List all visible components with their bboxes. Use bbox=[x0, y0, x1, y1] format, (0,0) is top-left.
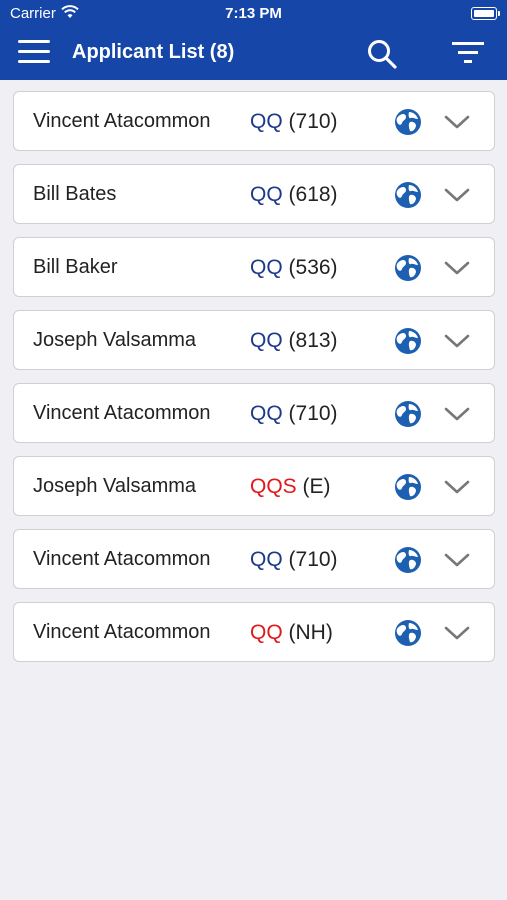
chevron-down-icon[interactable] bbox=[444, 332, 470, 350]
score-tag: QQ bbox=[250, 110, 283, 133]
applicant-card[interactable]: Joseph Valsamma QQ (813) bbox=[13, 310, 495, 370]
applicant-score: QQ (710) bbox=[250, 548, 338, 572]
score-value: (536) bbox=[288, 256, 338, 279]
score-tag: QQ bbox=[250, 256, 283, 279]
chevron-down-icon[interactable] bbox=[444, 624, 470, 642]
score-tag: QQ bbox=[250, 402, 283, 425]
chevron-down-icon[interactable] bbox=[444, 478, 470, 496]
app-header: Carrier 7:13 PM Applicant List (8) bbox=[0, 0, 507, 80]
applicant-name: Vincent Atacommon bbox=[33, 621, 211, 643]
applicant-score: QQ (618) bbox=[250, 183, 338, 207]
score-value: (E) bbox=[302, 475, 331, 498]
applicant-name: Joseph Valsamma bbox=[33, 475, 197, 497]
applicant-score: QQ (710) bbox=[250, 402, 338, 426]
score-tag: QQ bbox=[250, 183, 283, 206]
applicant-card[interactable]: Bill Bates QQ (618) bbox=[13, 164, 495, 224]
globe-icon[interactable] bbox=[394, 108, 422, 136]
applicant-score: QQ (NH) bbox=[250, 621, 333, 645]
applicant-card[interactable]: Vincent Atacommon QQ (710) bbox=[13, 529, 495, 589]
applicant-name: Bill Baker bbox=[33, 256, 118, 278]
chevron-down-icon[interactable] bbox=[444, 551, 470, 569]
globe-icon[interactable] bbox=[394, 546, 422, 574]
chevron-down-icon[interactable] bbox=[444, 113, 470, 131]
score-tag: QQS bbox=[250, 475, 297, 498]
applicant-name: Vincent Atacommon bbox=[33, 402, 211, 424]
chevron-down-icon[interactable] bbox=[444, 405, 470, 423]
score-value: (618) bbox=[288, 183, 338, 206]
page-title: Applicant List (8) bbox=[72, 41, 235, 63]
applicant-name: Vincent Atacommon bbox=[33, 548, 211, 570]
hamburger-menu-icon[interactable] bbox=[18, 40, 50, 64]
applicant-card[interactable]: Vincent Atacommon QQ (710) bbox=[13, 383, 495, 443]
globe-icon[interactable] bbox=[394, 181, 422, 209]
battery-icon bbox=[471, 7, 500, 20]
globe-icon[interactable] bbox=[394, 254, 422, 282]
score-value: (710) bbox=[288, 402, 338, 425]
score-value: (710) bbox=[288, 548, 338, 571]
score-tag: QQ bbox=[250, 329, 283, 352]
applicant-score: QQ (710) bbox=[250, 110, 338, 134]
applicant-name: Vincent Atacommon bbox=[33, 110, 211, 132]
applicant-card[interactable]: Vincent Atacommon QQ (NH) bbox=[13, 602, 495, 662]
chevron-down-icon[interactable] bbox=[444, 186, 470, 204]
score-tag: QQ bbox=[250, 621, 283, 644]
applicant-list: Vincent Atacommon QQ (710) Bill Bates QQ (6… bbox=[13, 91, 495, 675]
score-value: (813) bbox=[288, 329, 338, 352]
applicant-card[interactable]: Bill Baker QQ (536) bbox=[13, 237, 495, 297]
score-tag: QQ bbox=[250, 548, 283, 571]
applicant-score: QQ (536) bbox=[250, 256, 338, 280]
score-value: (NH) bbox=[288, 621, 333, 644]
filter-icon[interactable] bbox=[452, 40, 484, 66]
globe-icon[interactable] bbox=[394, 327, 422, 355]
globe-icon[interactable] bbox=[394, 619, 422, 647]
status-bar: Carrier 7:13 PM bbox=[0, 0, 507, 28]
applicant-name: Joseph Valsamma bbox=[33, 329, 197, 351]
applicant-score: QQ (813) bbox=[250, 329, 338, 353]
applicant-score: QQS (E) bbox=[250, 475, 331, 499]
score-value: (710) bbox=[288, 110, 338, 133]
applicant-card[interactable]: Joseph Valsamma QQS (E) bbox=[13, 456, 495, 516]
applicant-name: Bill Bates bbox=[33, 183, 117, 205]
search-icon[interactable] bbox=[366, 38, 398, 70]
globe-icon[interactable] bbox=[394, 400, 422, 428]
chevron-down-icon[interactable] bbox=[444, 259, 470, 277]
globe-icon[interactable] bbox=[394, 473, 422, 501]
applicant-card[interactable]: Vincent Atacommon QQ (710) bbox=[13, 91, 495, 151]
clock: 7:13 PM bbox=[225, 5, 282, 22]
